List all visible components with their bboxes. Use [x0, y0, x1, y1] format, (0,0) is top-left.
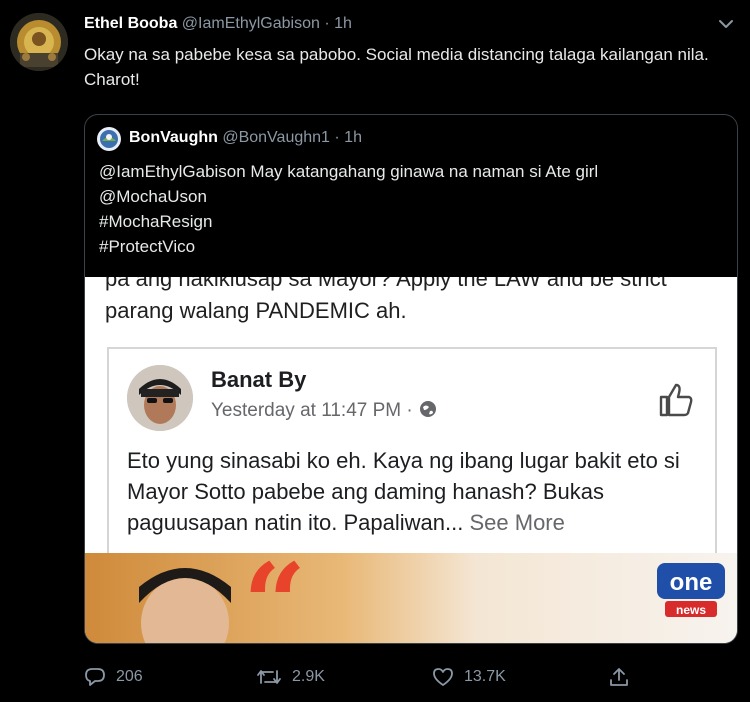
thumbs-up-icon — [657, 381, 695, 419]
caret-down-icon[interactable] — [716, 14, 736, 34]
image-photo-strip: “ one news — [85, 553, 737, 643]
like-button[interactable]: 13.7K — [432, 662, 506, 692]
logo-bottom-text: news — [676, 603, 706, 617]
logo-top-text: one — [670, 569, 713, 596]
image-fb-meta: Yesterday at 11:47 PM · — [211, 399, 438, 425]
separator-dot: · — [324, 15, 330, 32]
tweet-header: Ethel Booba @IamEthylGabison · 1h — [84, 15, 352, 33]
retweet-button[interactable]: 2.9K — [256, 662, 325, 692]
image-fb-body: Eto yung sinasabi ko eh. Kaya ng ibang l… — [127, 445, 707, 538]
retweet-count: 2.9K — [292, 668, 325, 685]
image-quote-marks: “ — [243, 553, 307, 643]
image-fb-body-text: Eto yung sinasabi ko eh. Kaya ng ibang l… — [127, 448, 680, 535]
quoted-author-handle[interactable]: @BonVaughn1 — [222, 129, 330, 146]
hashtag-link[interactable]: #ProtectVico — [99, 234, 719, 259]
tweet-actions: 206 2.9K 13.7K — [84, 662, 644, 692]
quoted-tweet[interactable]: BonVaughn @BonVaughn1 · 1h @IamEthylGabi… — [84, 114, 738, 644]
quoted-text: @IamEthylGabison May katangahang ginawa … — [99, 159, 719, 259]
image-fb-timestamp: Yesterday at 11:47 PM · — [211, 400, 413, 421]
image-profile-photo — [127, 365, 193, 431]
quoted-author-name[interactable]: BonVaughn — [129, 129, 218, 146]
tweet[interactable]: Ethel Booba @IamEthylGabison · 1h Okay n… — [0, 0, 750, 702]
quoted-author-avatar[interactable] — [97, 127, 121, 151]
image-post-text: pa ang nakikiusap sa Mayor? Apply the LA… — [105, 277, 667, 323]
tweet-timestamp[interactable]: 1h — [334, 15, 352, 32]
mention-link[interactable]: @MochaUson — [99, 184, 719, 209]
author-avatar[interactable] — [10, 13, 68, 71]
author-handle[interactable]: @IamEthylGabison — [182, 15, 320, 32]
image-see-more: See More — [469, 510, 565, 535]
retweet-icon — [257, 670, 281, 684]
share-button[interactable] — [608, 662, 640, 692]
tweet-text: Okay na sa pabebe kesa sa pabobo. Social… — [84, 45, 709, 89]
quoted-separator-dot: · — [334, 129, 340, 146]
reply-count: 206 — [116, 668, 143, 685]
attached-image[interactable]: pa ang nakikiusap sa Mayor? Apply the LA… — [85, 277, 737, 643]
image-fb-name: Banat By — [211, 367, 307, 392]
hashtag-link[interactable]: #MochaResign — [99, 209, 719, 234]
reply-button[interactable]: 206 — [84, 662, 143, 692]
globe-icon — [418, 399, 438, 425]
like-count: 13.7K — [464, 668, 506, 685]
quoted-timestamp[interactable]: 1h — [344, 129, 362, 146]
author-name[interactable]: Ethel Booba — [84, 15, 177, 32]
reply-icon — [85, 668, 105, 686]
quoted-header: BonVaughn @BonVaughn1 · 1h — [129, 129, 362, 147]
like-icon — [433, 668, 453, 686]
share-icon — [610, 668, 628, 686]
quoted-text-line: @IamEthylGabison May katangahang ginawa … — [99, 162, 599, 181]
one-news-logo: one news — [657, 563, 725, 617]
